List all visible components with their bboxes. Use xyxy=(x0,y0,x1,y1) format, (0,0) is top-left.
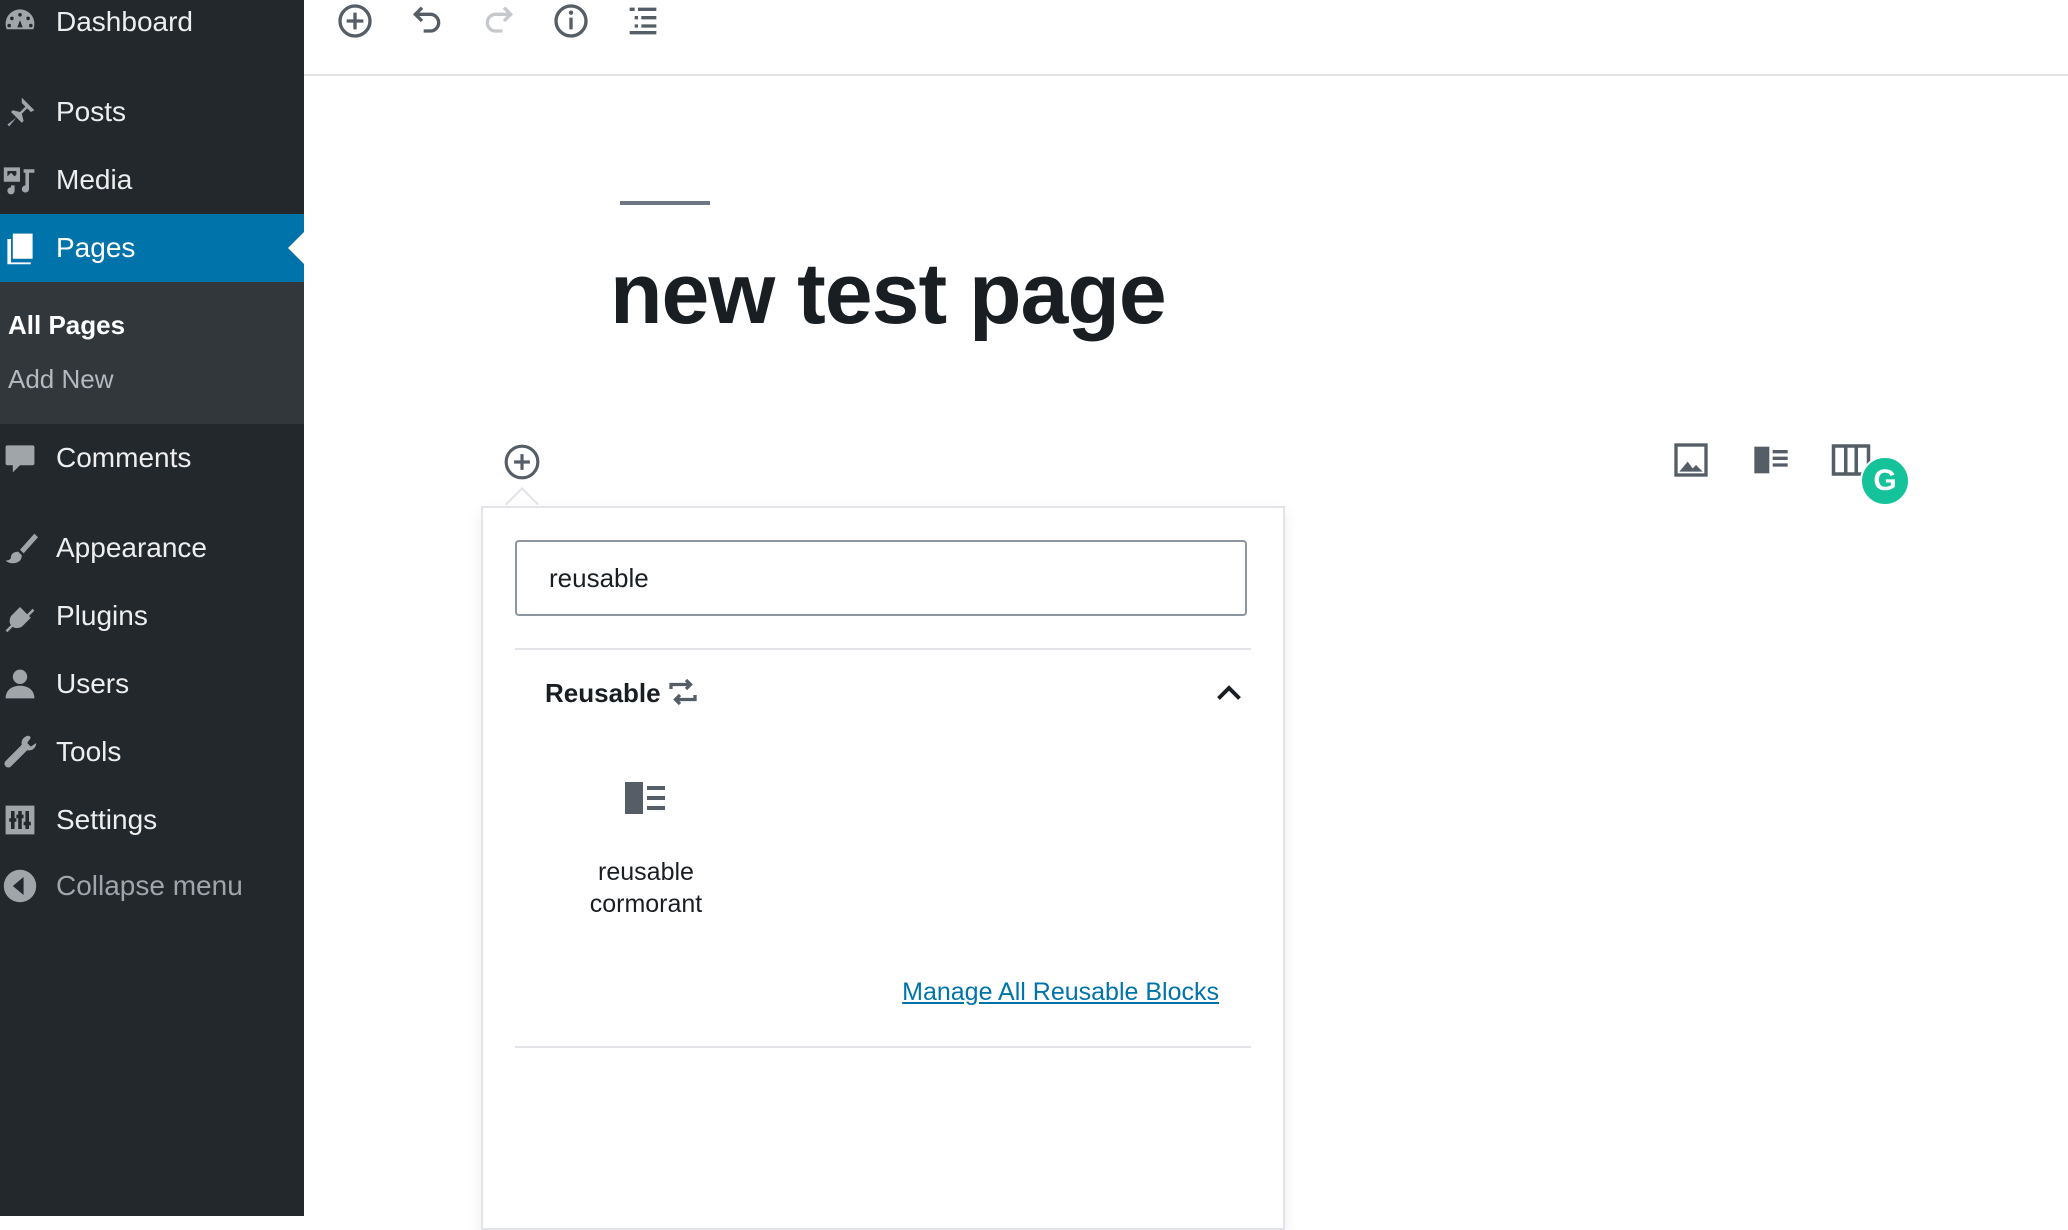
info-icon xyxy=(554,4,588,38)
insert-image-button[interactable] xyxy=(1668,438,1714,482)
sidebar-item-appearance[interactable]: Appearance xyxy=(0,514,304,582)
content-info-button[interactable] xyxy=(546,0,596,42)
pages-submenu: All Pages Add New xyxy=(0,282,304,424)
collapse-menu-button[interactable]: Collapse menu xyxy=(0,852,304,920)
media-icon xyxy=(2,162,38,198)
sidebar-item-label: Pages xyxy=(56,232,136,263)
add-block-icon xyxy=(504,444,540,480)
undo-icon xyxy=(412,6,441,33)
collapse-arrow-icon xyxy=(2,868,38,904)
add-block-icon xyxy=(338,4,372,38)
panel-title: Reusable xyxy=(545,678,661,708)
block-item-reusable-cormorant[interactable]: reusable cormorant xyxy=(551,778,741,928)
plugin-icon xyxy=(2,598,38,634)
sidebar-item-settings[interactable]: Settings xyxy=(0,786,304,854)
redo-icon xyxy=(485,6,514,33)
sidebar-item-label: Dashboard xyxy=(56,6,193,37)
redo-button[interactable] xyxy=(474,0,524,42)
sidebar-item-plugins[interactable]: Plugins xyxy=(0,582,304,650)
pin-icon xyxy=(2,94,38,130)
sidebar-item-comments[interactable]: Comments xyxy=(0,424,304,492)
active-indicator xyxy=(288,232,304,264)
sidebar-item-label: Comments xyxy=(56,442,192,473)
divider xyxy=(515,1046,1251,1048)
inline-inserter-button[interactable] xyxy=(503,443,541,481)
reusable-block-icon xyxy=(669,678,697,706)
chevron-up-icon[interactable] xyxy=(1211,676,1247,712)
brush-icon xyxy=(2,530,38,566)
media-text-icon xyxy=(625,782,665,814)
submenu-item-add-new[interactable]: Add New xyxy=(8,364,114,395)
outline-icon xyxy=(629,7,657,35)
sidebar-item-label: Plugins xyxy=(56,600,148,631)
reusable-panel-header[interactable]: Reusable xyxy=(515,650,1251,736)
media-text-icon xyxy=(1754,446,1788,474)
sidebar-item-posts[interactable]: Posts xyxy=(0,78,304,146)
block-search-input[interactable] xyxy=(515,540,1247,616)
sidebar-item-tools[interactable]: Tools xyxy=(0,718,304,786)
block-navigation-button[interactable] xyxy=(618,0,668,42)
pages-icon xyxy=(2,230,38,266)
title-separator xyxy=(620,201,710,205)
block-item-label: reusable cormorant xyxy=(589,858,703,918)
add-block-button[interactable] xyxy=(330,0,380,42)
sidebar-item-label: Posts xyxy=(56,96,127,127)
page-title[interactable]: new test page xyxy=(610,245,1167,344)
undo-button[interactable] xyxy=(402,0,452,42)
image-icon xyxy=(1674,443,1708,477)
sidebar-item-label: Users xyxy=(56,668,130,699)
manage-reusable-blocks-link[interactable]: Manage All Reusable Blocks xyxy=(902,978,1219,1007)
sidebar-item-label: Settings xyxy=(56,804,158,835)
user-icon xyxy=(2,666,38,702)
sidebar-item-label: Tools xyxy=(56,736,122,767)
block-inserter-popover: Reusable reusable cormorant Manage All R… xyxy=(481,506,1285,1230)
sidebar-item-dashboard[interactable]: Dashboard xyxy=(0,0,304,56)
sidebar-item-users[interactable]: Users xyxy=(0,650,304,718)
sidebar-item-label: Appearance xyxy=(56,532,208,563)
wrench-icon xyxy=(2,734,38,770)
grammarly-badge[interactable]: G xyxy=(1860,456,1910,506)
sidebar-item-media[interactable]: Media xyxy=(0,146,304,214)
dashboard-icon xyxy=(2,4,38,40)
submenu-item-all-pages[interactable]: All Pages xyxy=(8,310,125,341)
admin-sidebar: Dashboard Posts Media Pages All Pages Ad… xyxy=(0,0,304,1216)
comment-icon xyxy=(2,440,38,476)
collapse-menu-label: Collapse menu xyxy=(56,870,243,901)
settings-icon xyxy=(2,802,38,838)
editor-toolbar xyxy=(304,0,2068,76)
sidebar-item-label: Media xyxy=(56,164,133,195)
sidebar-item-pages[interactable]: Pages xyxy=(0,214,304,282)
insert-media-text-button[interactable] xyxy=(1748,438,1794,482)
